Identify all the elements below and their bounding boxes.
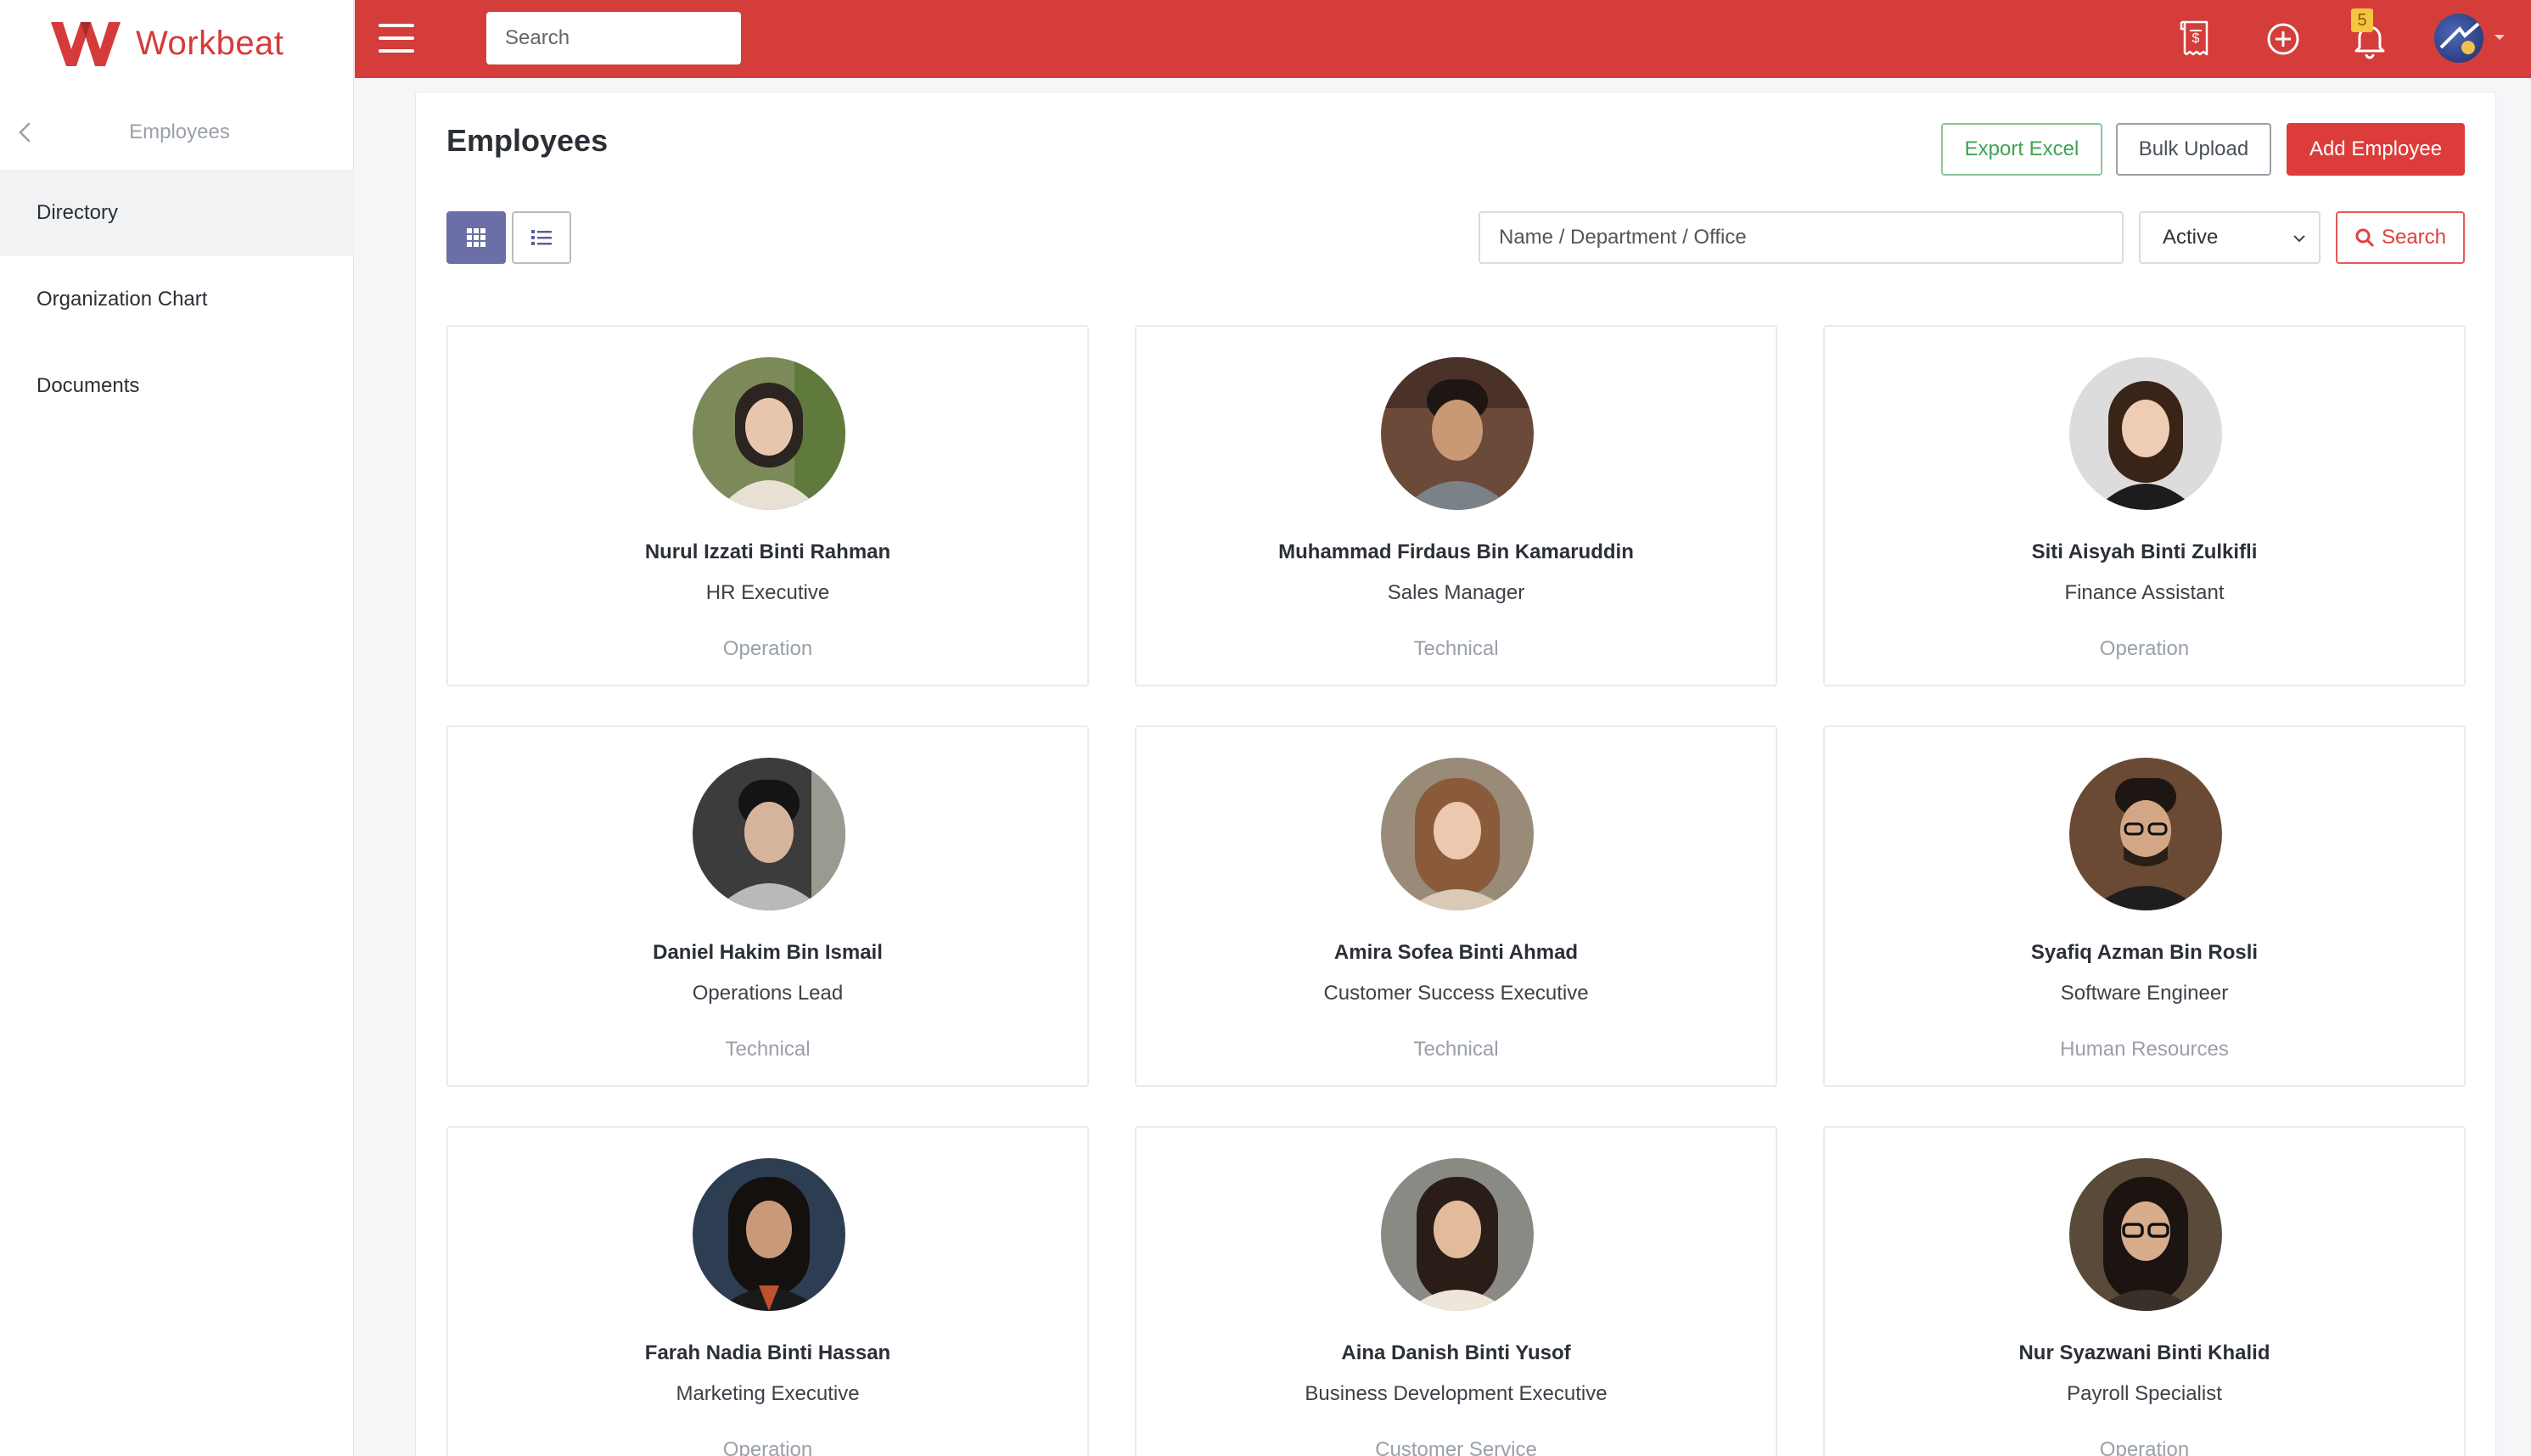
employee-card[interactable]: Muhammad Firdaus Bin Kamaruddin Sales Ma… [1135, 325, 1777, 686]
employee-department: Operation [2099, 1438, 2190, 1456]
employee-photo [693, 357, 845, 510]
employee-department: Operation [722, 1438, 813, 1456]
employee-name: Nur Syazwani Binti Khalid [2018, 1341, 2270, 1364]
brand-name: Workbeat [136, 24, 284, 62]
bulk-upload-button[interactable]: Bulk Upload [2116, 123, 2271, 176]
employee-name: Daniel Hakim Bin Ismail [653, 941, 883, 964]
hamburger-menu-icon[interactable] [379, 24, 414, 53]
sidebar-back[interactable]: Employees [0, 102, 354, 163]
employee-card[interactable]: Nurul Izzati Binti Rahman HR Executive O… [446, 325, 1089, 686]
add-employee-button[interactable]: Add Employee [2287, 123, 2465, 176]
sidebar-item-label: Documents [36, 374, 140, 397]
user-avatar-image [2439, 22, 2480, 54]
employee-name: Siti Aisyah Binti Zulkifli [2031, 540, 2258, 563]
employee-department: Technical [1413, 637, 1499, 660]
add-circle-icon[interactable] [2259, 15, 2307, 63]
employee-department: Operation [2099, 637, 2190, 660]
employee-title: Marketing Executive [676, 1382, 860, 1405]
employee-name: Syafiq Azman Bin Rosli [2030, 941, 2259, 964]
search-button[interactable]: Search [2336, 211, 2465, 264]
employee-name: Aina Danish Binti Yusof [1341, 1341, 1571, 1364]
grid-view-icon [467, 228, 485, 247]
sidebar-section-title: Employees [129, 120, 230, 143]
employee-name: Nurul Izzati Binti Rahman [644, 540, 891, 563]
workbeat-logo[interactable]: Workbeat [48, 15, 283, 71]
sidebar-item-documents[interactable]: Documents [0, 343, 354, 429]
employee-photo [693, 1158, 845, 1311]
invoice-icon[interactable]: $ [2173, 15, 2220, 63]
employee-card[interactable]: Nur Syazwani Binti Khalid Payroll Specia… [1823, 1126, 2466, 1456]
employee-filter-input[interactable] [1479, 211, 2124, 264]
employee-title: Sales Manager [1387, 581, 1525, 604]
employee-photo [1381, 1158, 1534, 1311]
employee-department: Human Resources [2060, 1038, 2229, 1061]
employee-title: Finance Assistant [2064, 581, 2225, 604]
notification-badge: 5 [2351, 8, 2373, 32]
sidebar-item-directory[interactable]: Directory [0, 170, 354, 256]
employee-name: Amira Sofea Binti Ahmad [1333, 941, 1579, 964]
employee-title: HR Executive [705, 581, 830, 604]
status-select-value: Active [2163, 226, 2219, 249]
employee-card-grid: Nurul Izzati Binti Rahman HR Executive O… [446, 325, 2466, 1456]
employee-card[interactable]: Siti Aisyah Binti Zulkifli Finance Assis… [1823, 325, 2466, 686]
employee-card[interactable]: Amira Sofea Binti Ahmad Customer Success… [1135, 725, 1777, 1087]
employee-department: Technical [725, 1038, 811, 1061]
employee-card[interactable]: Farah Nadia Binti Hassan Marketing Execu… [446, 1126, 1089, 1456]
chevron-down-icon[interactable] [2492, 32, 2507, 42]
sidebar-item-label: Directory [36, 201, 119, 224]
sidebar: Workbeat Employees Directory Organizatio… [0, 0, 354, 1456]
employee-photo [2069, 357, 2222, 510]
employee-card[interactable]: Aina Danish Binti Yusof Business Develop… [1135, 1126, 1777, 1456]
employee-title: Business Development Executive [1305, 1382, 1608, 1405]
list-view-button[interactable] [512, 211, 571, 264]
sidebar-item-label: Organization Chart [36, 288, 208, 311]
employees-panel: Employees Export Excel Bulk Upload Add E… [415, 92, 2496, 1456]
employee-photo [2069, 1158, 2222, 1311]
employee-department: Customer Service [1375, 1438, 1537, 1456]
search-icon [2355, 228, 2375, 248]
employee-photo [2069, 758, 2222, 910]
svg-text:$: $ [2192, 31, 2200, 46]
employee-title: Operations Lead [692, 982, 844, 1005]
employee-title: Payroll Specialist [2067, 1382, 2222, 1405]
grid-view-button[interactable] [446, 211, 506, 264]
list-view-icon [531, 230, 552, 245]
page-title: Employees [446, 123, 609, 158]
search-button-label: Search [2381, 226, 2447, 249]
chevron-down-icon [2293, 235, 2305, 243]
workbeat-logo-icon [51, 22, 121, 66]
employee-title: Software Engineer [2060, 982, 2229, 1005]
employee-card[interactable]: Syafiq Azman Bin Rosli Software Engineer… [1823, 725, 2466, 1087]
employee-name: Farah Nadia Binti Hassan [644, 1341, 891, 1364]
user-avatar[interactable] [2434, 14, 2483, 63]
export-excel-button[interactable]: Export Excel [1941, 123, 2102, 176]
chevron-left-icon[interactable] [14, 120, 37, 144]
employee-title: Customer Success Executive [1323, 982, 1589, 1005]
employee-photo [1381, 758, 1534, 910]
employee-name: Muhammad Firdaus Bin Kamaruddin [1278, 540, 1634, 563]
sidebar-item-organization-chart[interactable]: Organization Chart [0, 256, 354, 343]
employee-photo [1381, 357, 1534, 510]
employee-card[interactable]: Daniel Hakim Bin Ismail Operations Lead … [446, 725, 1089, 1087]
global-search-input[interactable] [486, 12, 741, 64]
status-select[interactable]: Active [2139, 211, 2321, 264]
employee-photo [693, 758, 845, 910]
employee-department: Technical [1413, 1038, 1499, 1061]
employee-department: Operation [722, 637, 813, 660]
